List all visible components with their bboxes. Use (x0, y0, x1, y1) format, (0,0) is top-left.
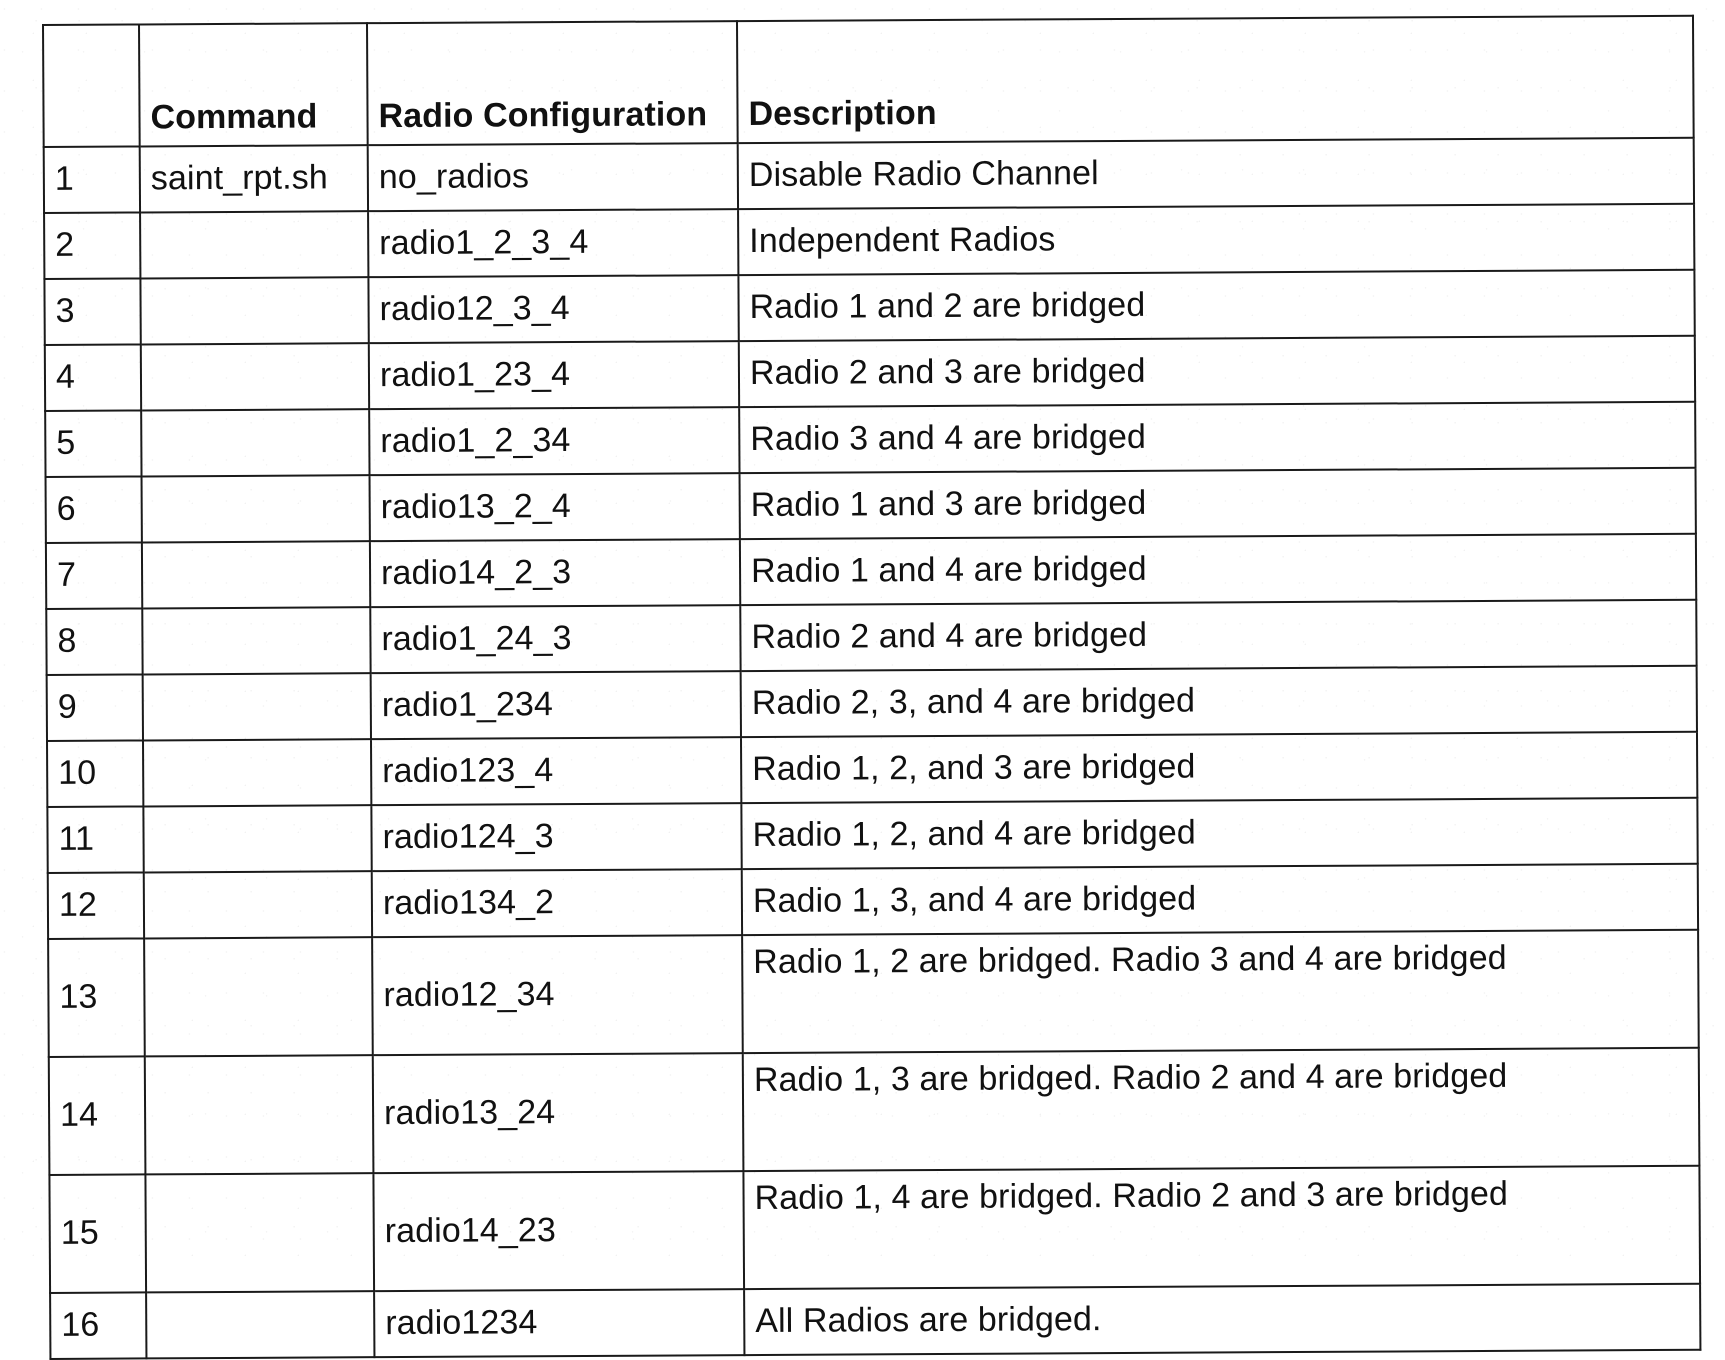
radio-configuration-cell: radio1_2_34 (369, 407, 740, 476)
description-cell: All Radios are bridged. (744, 1283, 1701, 1356)
header-radio-configuration: Radio Configuration (367, 21, 738, 146)
row-index-cell: 12 (47, 872, 145, 939)
command-cell (140, 277, 369, 345)
row-index-cell: 2 (44, 212, 141, 279)
radio-configuration-cell: radio13_24 (372, 1053, 744, 1174)
command-cell (140, 211, 369, 279)
table-row: 15 radio14_23 Radio 1, 4 are bridged. Radi… (49, 1165, 1701, 1293)
scan-area: Command Radio Configuration Description … (42, 14, 1702, 1360)
description-cell: Radio 1, 2 are bridged. Radio 3 and 4 ar… (742, 929, 1699, 1054)
row-index-cell: 11 (47, 806, 144, 873)
command-cell: saint_rpt.sh (139, 145, 369, 213)
table-row: 11 radio124_3 Radio 1, 2, and 4 are bridge… (47, 797, 1698, 873)
table-row: 8 radio1_24_3 Radio 2 and 4 are bridged (46, 599, 1697, 675)
scanned-page: Command Radio Configuration Description … (0, 0, 1725, 1360)
description-cell: Radio 1, 2, and 3 are bridged (740, 731, 1698, 804)
table-row: 4 radio1_23_4 Radio 2 and 3 are bridged (44, 335, 1696, 411)
row-index-cell: 6 (45, 476, 142, 543)
description-cell: Disable Radio Channel (737, 137, 1695, 210)
description-cell: Radio 1, 2, and 4 are bridged (741, 797, 1698, 870)
row-index-cell: 10 (47, 740, 144, 807)
header-command: Command (139, 23, 368, 147)
table-body: Command Radio Configuration Description … (43, 15, 1701, 1359)
header-index (43, 24, 140, 147)
radio-configuration-cell: radio1234 (374, 1289, 745, 1358)
radio-configuration-table: Command Radio Configuration Description … (42, 14, 1702, 1360)
radio-configuration-cell: radio134_2 (371, 869, 743, 938)
row-index-cell: 9 (46, 674, 144, 741)
table-row: 14 radio13_24 Radio 1, 3 are bridged. Radi… (48, 1047, 1700, 1175)
description-cell: Radio 1 and 4 are bridged (739, 533, 1697, 606)
command-cell (144, 937, 373, 1057)
radio-configuration-cell: no_radios (367, 143, 739, 212)
row-index-cell: 14 (48, 1056, 146, 1175)
description-cell: Radio 3 and 4 are bridged (739, 401, 1696, 474)
radio-configuration-cell: radio1_234 (370, 671, 741, 740)
table-row: 1 saint_rpt.sh no_radios Disable Radio Chan… (43, 137, 1695, 213)
command-cell (143, 871, 373, 939)
radio-configuration-cell: radio1_23_4 (368, 341, 740, 410)
command-cell (142, 673, 371, 741)
radio-configuration-cell: radio13_2_4 (369, 473, 740, 542)
radio-configuration-cell: radio1_24_3 (370, 605, 741, 674)
row-index-cell: 1 (43, 146, 141, 213)
row-index-cell: 3 (44, 278, 141, 345)
description-cell: Radio 1 and 3 are bridged (739, 467, 1696, 540)
row-index-cell: 7 (45, 542, 143, 609)
command-cell (146, 1291, 375, 1359)
table-row: 9 radio1_234 Radio 2, 3, and 4 are bridged (46, 665, 1697, 741)
radio-configuration-cell: radio1_2_3_4 (368, 209, 739, 278)
description-cell: Radio 1, 3, and 4 are bridged (741, 863, 1699, 936)
table-row: 16 radio1234 All Radios are bridged. (50, 1283, 1701, 1359)
table-row: 10 radio123_4 Radio 1, 2, and 3 are bridge… (47, 731, 1698, 807)
radio-configuration-cell: radio12_34 (372, 935, 743, 1056)
radio-configuration-cell: radio14_2_3 (369, 539, 741, 608)
table-row: 2 radio1_2_3_4 Independent Radios (44, 203, 1695, 279)
header-description: Description (736, 15, 1694, 144)
description-cell: Independent Radios (738, 203, 1695, 276)
command-cell (143, 739, 372, 807)
row-index-cell: 13 (48, 938, 145, 1057)
radio-configuration-cell: radio123_4 (370, 737, 742, 806)
row-index-cell: 8 (46, 608, 143, 675)
row-index-cell: 15 (49, 1174, 147, 1293)
table-row: 3 radio12_3_4 Radio 1 and 2 are bridged (44, 269, 1695, 345)
table-row: 12 radio134_2 Radio 1, 3, and 4 are bridge… (47, 863, 1699, 939)
description-cell: Radio 1 and 2 are bridged (738, 269, 1695, 342)
command-cell (144, 1055, 374, 1175)
description-cell: Radio 2 and 3 are bridged (738, 335, 1696, 408)
radio-configuration-cell: radio14_23 (373, 1171, 745, 1292)
command-cell (143, 805, 372, 873)
radio-configuration-cell: radio12_3_4 (368, 275, 739, 344)
description-cell: Radio 1, 4 are bridged. Radio 2 and 3 ar… (743, 1165, 1701, 1290)
table-row: 13 radio12_34 Radio 1, 2 are bridged. Radi… (48, 929, 1699, 1057)
description-cell: Radio 2, 3, and 4 are bridged (740, 665, 1697, 738)
radio-configuration-cell: radio124_3 (371, 803, 742, 872)
table-header-row: Command Radio Configuration Description (43, 15, 1694, 147)
table-row: 6 radio13_2_4 Radio 1 and 3 are bridged (45, 467, 1696, 543)
description-cell: Radio 1, 3 are bridged. Radio 2 and 4 ar… (742, 1047, 1700, 1172)
command-cell (142, 607, 371, 675)
table-row: 7 radio14_2_3 Radio 1 and 4 are bridged (45, 533, 1697, 609)
table-row: 5 radio1_2_34 Radio 3 and 4 are bridged (45, 401, 1696, 477)
row-index-cell: 5 (45, 410, 142, 477)
command-cell (141, 541, 371, 609)
command-cell (141, 475, 370, 543)
command-cell (140, 343, 370, 411)
command-cell (145, 1173, 375, 1293)
row-index-cell: 16 (50, 1292, 147, 1359)
row-index-cell: 4 (44, 344, 142, 411)
description-cell: Radio 2 and 4 are bridged (740, 599, 1697, 672)
command-cell (141, 409, 370, 477)
